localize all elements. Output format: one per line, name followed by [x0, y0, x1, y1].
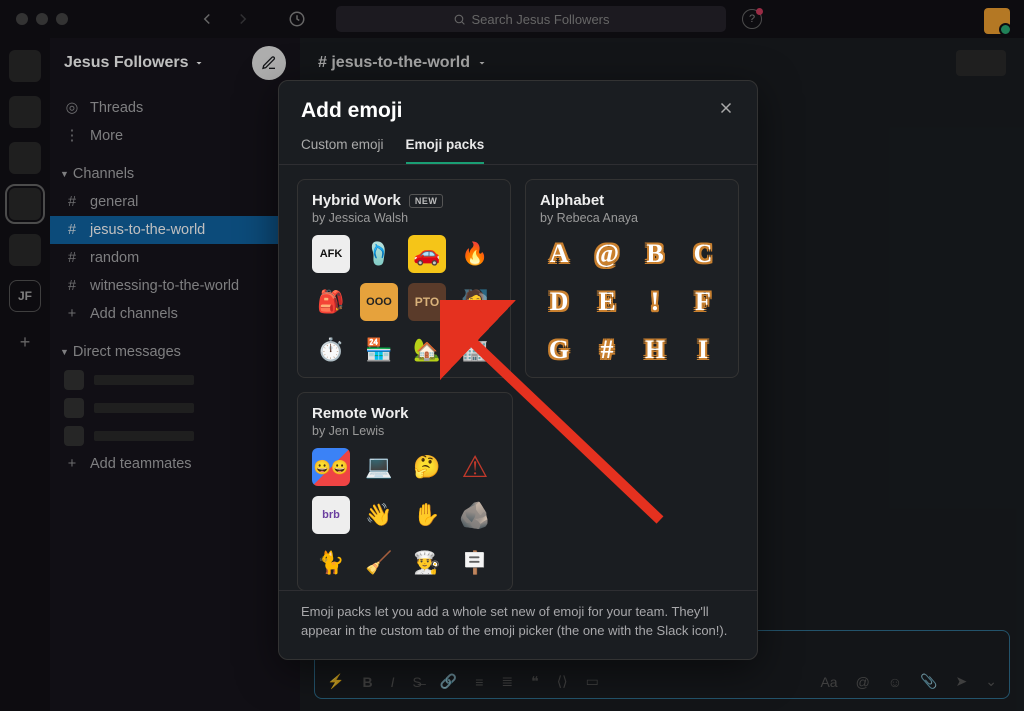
modal-title: Add emoji — [301, 99, 403, 123]
pack-author: by Rebeca Anaya — [540, 211, 724, 225]
emoji-chef: 👨‍🍳 — [408, 544, 446, 582]
pack-author: by Jen Lewis — [312, 424, 498, 438]
emoji-wave: 👋 — [360, 496, 398, 534]
emoji-spa-face: 🧖 — [456, 283, 494, 321]
new-badge: NEW — [409, 194, 444, 208]
emoji-letter-a: A — [540, 235, 578, 273]
emoji-backpack: 🎒 — [312, 283, 350, 321]
emoji-letter-g: G — [540, 331, 578, 369]
emoji-letter-i: I — [684, 331, 722, 369]
emoji-letter-bang: ! — [636, 283, 674, 321]
emoji-packs-note: Emoji packs let you add a whole set new … — [279, 590, 757, 659]
emoji-laptop: 💻 — [360, 448, 398, 486]
emoji-thinking: 🤔 — [408, 448, 446, 486]
emoji-storefront: 🏪 — [360, 331, 398, 369]
pack-title: Remote Work — [312, 405, 408, 422]
emoji-building: 🏢 — [456, 331, 494, 369]
emoji-letter-d: D — [540, 283, 578, 321]
emoji-pack-hybrid-work[interactable]: Hybrid Work NEW by Jessica Walsh AFK 🩴 🚗… — [297, 179, 511, 378]
emoji-letter-hash: # — [588, 331, 626, 369]
pack-author: by Jessica Walsh — [312, 211, 496, 225]
emoji-pack-alphabet[interactable]: Alphabet by Rebeca Anaya A @ B C D E ! F… — [525, 179, 739, 378]
emoji-slippers: 🩴 — [360, 235, 398, 273]
close-button[interactable] — [717, 99, 735, 117]
emoji-pto: PTO — [408, 283, 446, 321]
close-icon — [717, 99, 735, 117]
emoji-ooo: OOO — [360, 283, 398, 321]
emoji-wifi: ⚠︎ — [456, 448, 494, 486]
emoji-raised-hand: ✋ — [408, 496, 446, 534]
emoji-letter-b: B — [636, 235, 674, 273]
emoji-afk: AFK — [312, 235, 350, 273]
emoji-car-sign: 🚗 — [408, 235, 446, 273]
emoji-stopwatch: ⏱️ — [312, 331, 350, 369]
emoji-letter-h: H — [636, 331, 674, 369]
add-emoji-modal: Add emoji Custom emoji Emoji packs Hybri… — [278, 80, 758, 660]
emoji-house: 🏡 — [408, 331, 446, 369]
emoji-letter-at: @ — [588, 235, 626, 273]
emoji-pack-remote-work[interactable]: Remote Work by Jen Lewis 😀😀 💻 🤔 ⚠︎ brb 👋… — [297, 392, 513, 590]
emoji-letter-e: E — [588, 283, 626, 321]
pack-title: Alphabet — [540, 192, 604, 209]
emoji-letter-f: F — [684, 283, 722, 321]
emoji-desk: 🔥 — [456, 235, 494, 273]
pack-title: Hybrid Work — [312, 192, 401, 209]
emoji-zen-stones: 🪨 — [456, 496, 494, 534]
emoji-faces-grid: 😀😀 — [312, 448, 350, 486]
emoji-cat: 🐈 — [312, 544, 350, 582]
emoji-sign: 🪧 — [456, 544, 494, 582]
tab-emoji-packs[interactable]: Emoji packs — [406, 137, 485, 164]
emoji-letter-c: C — [684, 235, 722, 273]
emoji-broom: 🧹 — [360, 544, 398, 582]
tab-custom-emoji[interactable]: Custom emoji — [301, 137, 384, 164]
emoji-brb: brb — [312, 496, 350, 534]
modal-tabs: Custom emoji Emoji packs — [279, 123, 757, 165]
